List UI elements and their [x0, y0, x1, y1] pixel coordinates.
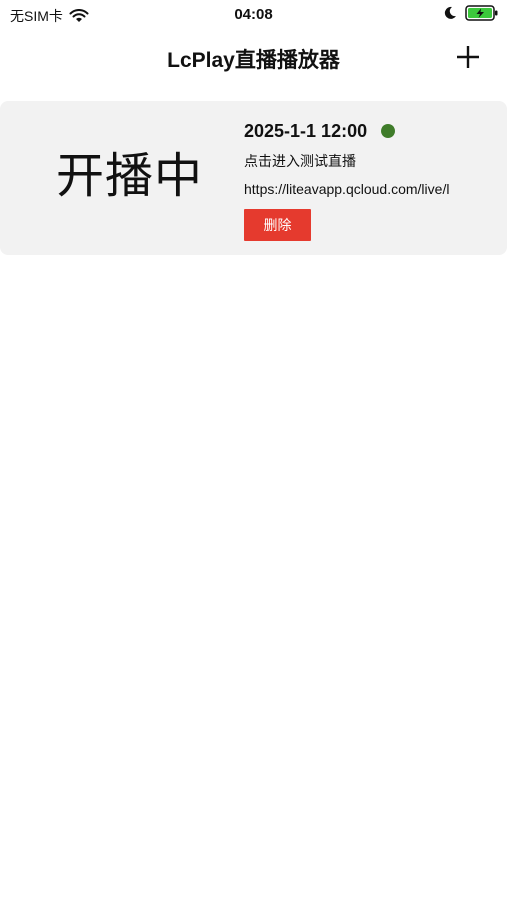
page-title: LcPlay直播播放器 — [167, 49, 340, 72]
battery-charging-icon — [465, 4, 499, 22]
status-right — [443, 4, 499, 22]
live-indicator-dot — [381, 124, 396, 138]
status-bar: 无SIM卡 04:08 — [0, 0, 507, 30]
stream-status-label: 开播中 — [56, 150, 204, 203]
nav-bar: LcPlay直播播放器 — [0, 30, 507, 86]
delete-button[interactable]: 删除 — [244, 209, 311, 241]
stream-title[interactable]: 点击进入测试直播 — [244, 151, 499, 171]
stream-datetime: 2025-1-1 12:00 — [244, 120, 368, 141]
add-stream-button[interactable] — [453, 42, 483, 72]
status-time: 04:08 — [234, 6, 273, 23]
plus-icon — [457, 46, 479, 68]
stream-url: https://liteavapp.qcloud.com/live/l — [244, 181, 450, 197]
stream-time-row: 2025-1-1 12:00 — [244, 121, 499, 141]
moon-icon — [443, 6, 457, 20]
stream-card[interactable]: 开播中 2025-1-1 12:00 点击进入测试直播 https://lite… — [0, 101, 507, 255]
stream-info: 2025-1-1 12:00 点击进入测试直播 https://liteavap… — [244, 121, 499, 241]
